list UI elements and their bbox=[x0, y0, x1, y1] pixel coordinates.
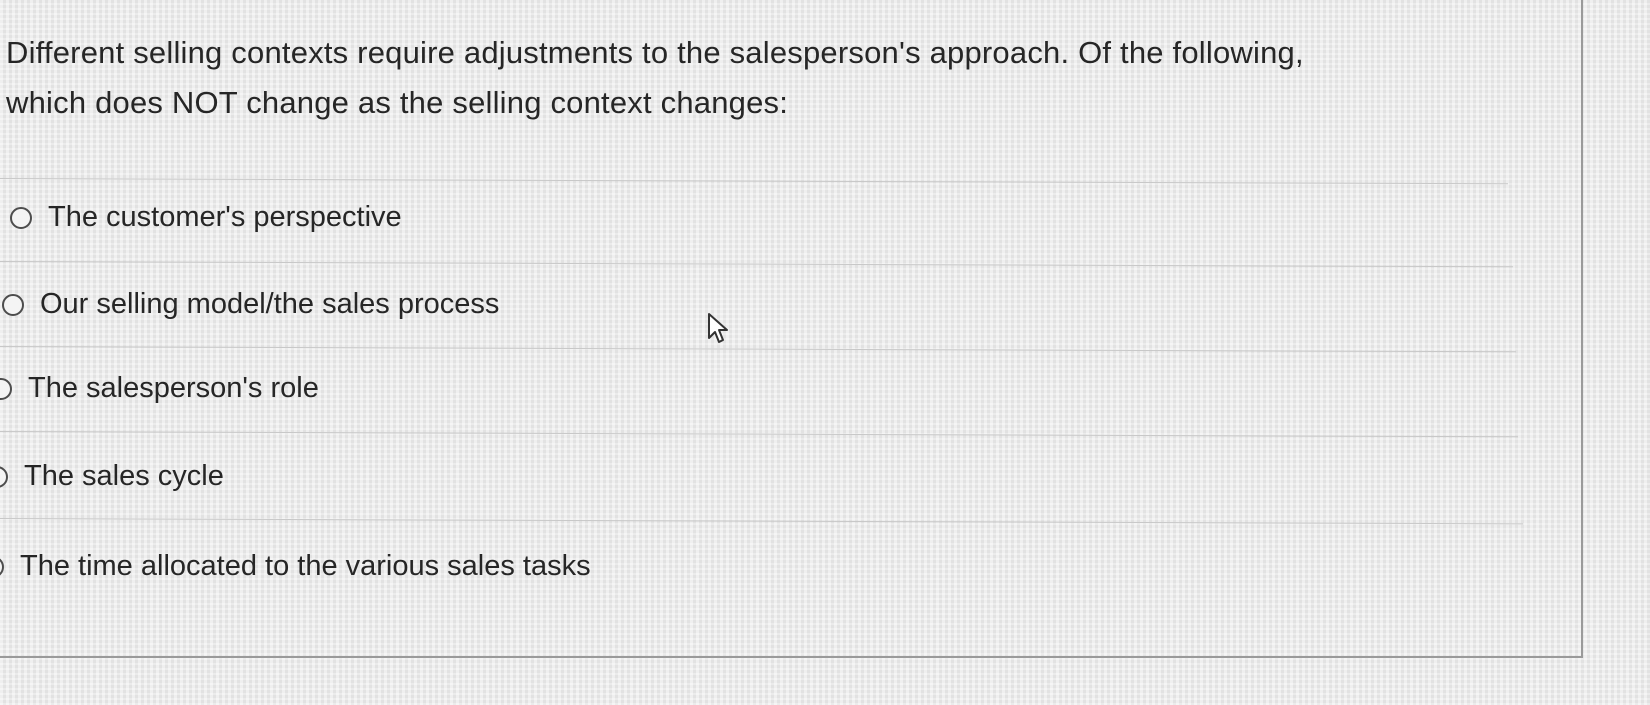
option-sales-cycle[interactable]: The sales cycle bbox=[0, 460, 224, 493]
option-label: The customer's perspective bbox=[48, 201, 402, 233]
option-label: The salesperson's role bbox=[28, 372, 319, 404]
option-label: The time allocated to the various sales … bbox=[20, 550, 591, 582]
option-label: The sales cycle bbox=[24, 460, 224, 492]
mouse-pointer-icon bbox=[708, 313, 728, 343]
question-line-1: Different selling contexts require adjus… bbox=[6, 35, 1304, 70]
option-time-allocated[interactable]: The time allocated to the various sales … bbox=[0, 550, 591, 583]
divider bbox=[0, 518, 1523, 525]
radio-circle-icon[interactable] bbox=[0, 465, 8, 488]
option-customers-perspective[interactable]: The customer's perspective bbox=[10, 201, 402, 234]
radio-circle-icon[interactable] bbox=[0, 377, 12, 400]
option-label: Our selling model/the sales process bbox=[40, 288, 500, 320]
option-salespersons-role[interactable]: The salesperson's role bbox=[0, 372, 319, 405]
option-selling-model[interactable]: Our selling model/the sales process bbox=[2, 288, 499, 321]
divider bbox=[0, 346, 1516, 353]
question-line-2: which does NOT change as the selling con… bbox=[6, 85, 789, 120]
question-panel: Different selling contexts require adjus… bbox=[0, 0, 1583, 658]
radio-circle-icon[interactable] bbox=[2, 293, 24, 316]
question-text: Different selling contexts require adjus… bbox=[6, 28, 1506, 128]
radio-circle-icon[interactable] bbox=[10, 206, 32, 229]
divider bbox=[0, 261, 1513, 268]
divider bbox=[0, 431, 1518, 438]
divider bbox=[0, 178, 1508, 185]
radio-circle-icon[interactable] bbox=[0, 555, 4, 578]
